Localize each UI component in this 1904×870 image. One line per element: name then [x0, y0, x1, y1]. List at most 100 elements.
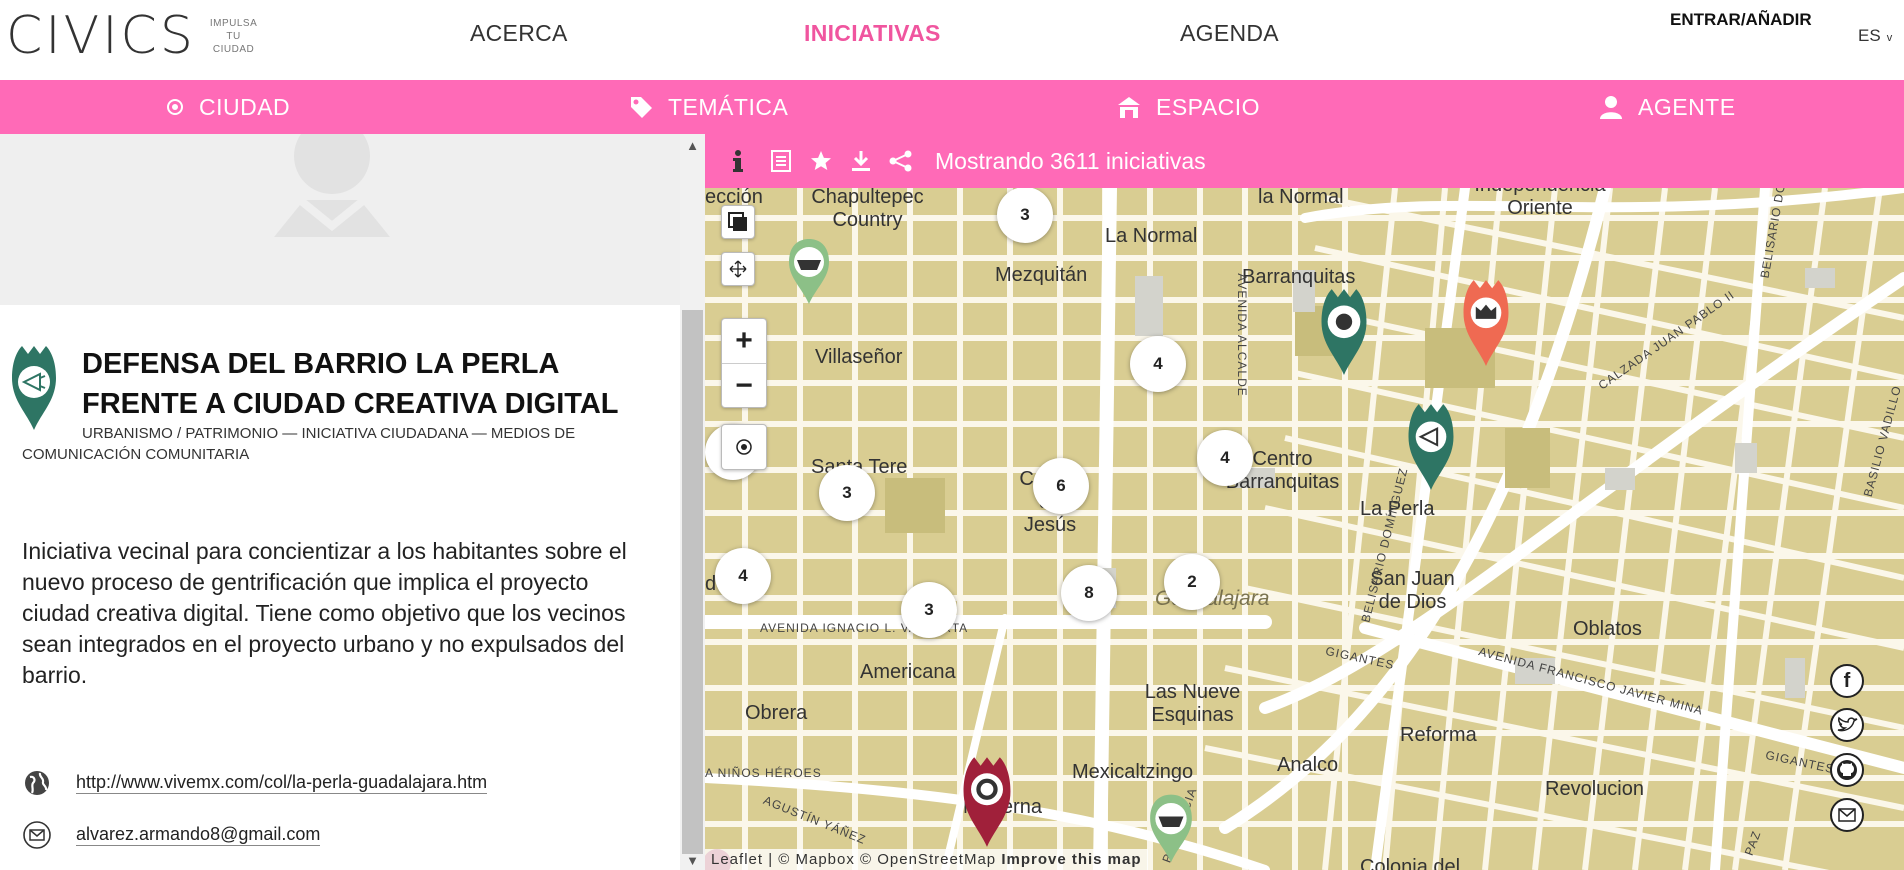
filter-label: ESPACIO [1156, 93, 1261, 120]
move-button[interactable] [721, 252, 755, 286]
scrollbar-thumb[interactable] [682, 310, 703, 854]
header: CIVICS IMPULSA TU CIUDAD ACERCA INICIATI… [0, 0, 1904, 80]
map-label: Mexicaltzingo [1072, 761, 1194, 783]
nav-iniciativas[interactable]: INICIATIVAS [804, 20, 941, 47]
layers-button[interactable] [721, 205, 755, 239]
map-marker-green[interactable] [786, 236, 832, 306]
filter-ciudad[interactable]: CIUDAD [165, 80, 290, 134]
logo-tagline: IMPULSA TU CIUDAD [210, 17, 257, 56]
map-cluster[interactable]: 3 [997, 188, 1053, 243]
move-icon [729, 260, 747, 278]
person-icon [1600, 96, 1622, 119]
website-link[interactable]: http://www.vivemx.com/col/la-perla-guada… [76, 772, 488, 794]
map-label: Chapultepec Country [811, 188, 924, 231]
map-label: Obrera [745, 702, 808, 724]
map-cluster[interactable]: 8 [1061, 565, 1117, 621]
filter-tematica[interactable]: TEMÁTICA [628, 80, 788, 134]
map-cluster[interactable]: 3 [819, 465, 875, 521]
mail-icon [23, 821, 51, 849]
language-value: ES [1858, 26, 1881, 45]
scroll-down-arrow[interactable]: ▼ [680, 853, 705, 868]
list-icon [771, 150, 791, 172]
location-dot-icon [167, 99, 183, 115]
map-label: La Normal [1105, 225, 1198, 247]
locate-button[interactable] [721, 424, 767, 470]
map-label: Revolucion [1545, 778, 1644, 800]
filter-espacio[interactable]: ESPACIO [1116, 80, 1260, 134]
zoom-in-button[interactable]: + [722, 319, 766, 364]
map-marker-maroon[interactable] [957, 753, 1017, 849]
zoom-control: + − [721, 318, 767, 408]
initiatives-count: Mostrando 3611 iniciativas [935, 147, 1206, 174]
map-label: Independencia Oriente [1474, 188, 1605, 219]
locate-icon [736, 439, 752, 455]
tag-icon [631, 97, 652, 118]
nav-acerca[interactable]: ACERCA [470, 20, 568, 47]
filter-label: CIUDAD [199, 93, 291, 120]
layers-icon [728, 212, 747, 231]
map-label: Las Nueve Esquinas [1144, 681, 1241, 726]
tagline-line: TU [226, 30, 241, 42]
logo-wordmark: CIVICS [6, 6, 196, 66]
download-icon [852, 151, 870, 171]
mail-icon [1838, 808, 1856, 822]
logo[interactable]: CIVICS IMPULSA TU CIUDAD [6, 8, 257, 64]
info-button[interactable] [705, 134, 761, 188]
info-icon [733, 150, 743, 172]
initiative-image-placeholder [0, 134, 680, 305]
login-button[interactable]: ENTRAR/AÑADIR [1670, 10, 1812, 30]
map-marker-teal[interactable] [1316, 285, 1372, 377]
facebook-icon: f [1843, 669, 1851, 692]
share-icon [889, 150, 912, 172]
map-label: Americana [860, 661, 956, 683]
street-label: AVENIDA ALCALDE [1234, 273, 1249, 397]
scroll-up-arrow[interactable]: ▲ [680, 138, 705, 153]
share-button[interactable] [881, 134, 921, 188]
list-button[interactable] [761, 134, 801, 188]
filter-bar: CIUDAD TEMÁTICA ESPACIO AGENTE [0, 80, 1904, 134]
map-cluster[interactable]: 2 [1164, 554, 1220, 610]
mail-button[interactable] [1830, 798, 1864, 832]
download-button[interactable] [841, 134, 881, 188]
map-cluster[interactable]: 3 [901, 582, 957, 638]
filter-agente[interactable]: AGENTE [1598, 80, 1736, 134]
map-label: Colonia del [1360, 856, 1461, 870]
tagline-line: CIUDAD [212, 43, 255, 55]
facebook-button[interactable]: f [1830, 664, 1864, 698]
map-marker-teal-megaphone[interactable] [1403, 400, 1459, 492]
map-label: Villaseñor [815, 346, 903, 368]
twitter-button[interactable] [1830, 708, 1864, 742]
map-label: Analco [1277, 754, 1339, 776]
github-button[interactable] [1830, 753, 1864, 787]
map-cluster[interactable]: 4 [1130, 336, 1186, 392]
initiative-panel: DEFENSA DEL BARRIO LA PERLA FRENTE A CIU… [0, 134, 680, 870]
email-link[interactable]: alvarez.armando8@gmail.com [76, 824, 321, 846]
improve-map-link[interactable]: Improve this map [1001, 851, 1141, 868]
map-marker-orange[interactable] [1458, 276, 1514, 368]
map[interactable]: ección Chapultepec Country la Normal Ind… [705, 188, 1904, 870]
tagline-line: IMPULSA [209, 17, 258, 29]
website-row: http://www.vivemx.com/col/la-perla-guada… [22, 768, 488, 798]
email-row: alvarez.armando8@gmail.com [22, 820, 321, 850]
favorites-button[interactable] [801, 134, 841, 188]
github-icon [1837, 760, 1857, 780]
map-label: la Normal [1258, 188, 1344, 208]
twitter-icon [1837, 716, 1858, 732]
map-label: Oblatos [1573, 618, 1642, 640]
map-cluster[interactable]: 4 [715, 548, 771, 604]
initiative-title: DEFENSA DEL BARRIO LA PERLA FRENTE A CIU… [82, 348, 619, 420]
map-cluster[interactable]: 6 [1033, 458, 1089, 514]
map-marker-green[interactable] [1147, 786, 1195, 870]
panel-scrollbar[interactable]: ▲ ▼ [680, 134, 705, 870]
map-cluster[interactable]: 4 [1197, 430, 1253, 486]
megaphone-pin-icon [12, 346, 56, 430]
map-label: Mezquitán [995, 264, 1088, 286]
initiative-tags: URBANISMO / PATRIMONIO — INICIATIVA CIUD… [22, 425, 576, 463]
building-icon [1118, 97, 1140, 118]
chevron-down-icon: v [1886, 32, 1893, 44]
nav-agenda[interactable]: AGENDA [1180, 20, 1279, 47]
language-select[interactable]: ES v [1858, 26, 1892, 46]
globe-icon [25, 771, 49, 795]
avatar-placeholder-icon [274, 134, 390, 237]
zoom-out-button[interactable]: − [722, 364, 766, 408]
